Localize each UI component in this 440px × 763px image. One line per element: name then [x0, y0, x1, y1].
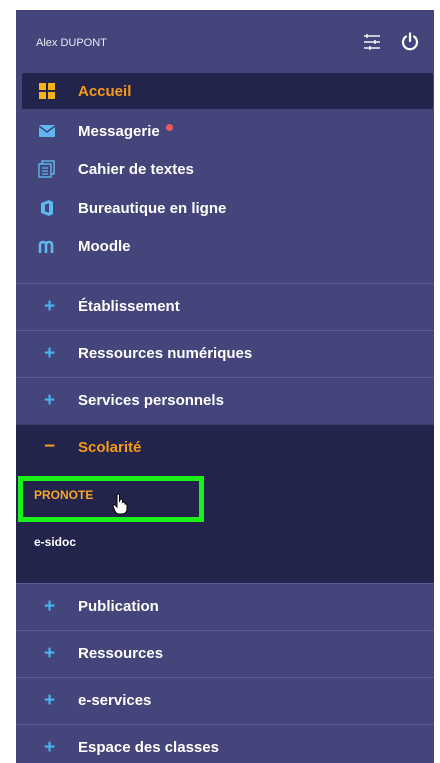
power-icon[interactable]	[400, 32, 420, 57]
notebook-icon	[38, 160, 56, 178]
expand-plus-icon: +	[44, 643, 56, 664]
section-ressources-numeriques[interactable]: + Ressources numériques	[16, 330, 434, 377]
section-label: Ressources numériques	[78, 345, 253, 362]
envelope-icon	[38, 122, 56, 140]
collapse-minus-icon: −	[44, 436, 56, 457]
nav-item-accueil[interactable]: Accueil	[22, 73, 433, 109]
side-menu-panel: Alex DUPONT Accueil Messagerie Cahier de…	[16, 10, 434, 763]
expand-plus-icon: +	[44, 296, 56, 317]
section-label: Établissement	[78, 298, 180, 315]
submenu-item-e-sidoc[interactable]: e-sidoc	[34, 535, 76, 549]
expand-plus-icon: +	[44, 690, 56, 711]
office-icon	[38, 199, 56, 217]
hand-cursor-icon	[112, 493, 128, 520]
nav-item-bureautique-en-ligne[interactable]: Bureautique en ligne	[16, 190, 434, 227]
nav-item-cahier-de-textes[interactable]: Cahier de textes	[16, 151, 434, 188]
nav-item-messagerie[interactable]: Messagerie	[16, 113, 434, 150]
menu-header: Alex DUPONT	[16, 10, 434, 70]
expand-plus-icon: +	[44, 390, 56, 411]
expand-plus-icon: +	[44, 343, 56, 364]
section-e-services[interactable]: + e-services	[16, 677, 434, 724]
section-ressources[interactable]: + Ressources	[16, 630, 434, 677]
section-publication[interactable]: + Publication	[16, 583, 434, 630]
moodle-icon	[38, 237, 56, 255]
filter-sliders-icon[interactable]	[362, 32, 382, 57]
section-etablissement[interactable]: + Établissement	[16, 283, 434, 330]
nav-item-label: Moodle	[78, 238, 131, 255]
section-label: Espace des classes	[78, 739, 219, 756]
section-label: Services personnels	[78, 392, 224, 409]
highlight-box	[18, 476, 204, 522]
nav-item-label: Cahier de textes	[78, 161, 194, 178]
user-name: Alex DUPONT	[36, 37, 107, 49]
nav-item-label: Bureautique en ligne	[78, 200, 227, 217]
grid-icon	[38, 82, 56, 100]
nav-item-moodle[interactable]: Moodle	[16, 228, 434, 265]
nav-item-label: Messagerie	[78, 123, 173, 140]
section-label: Scolarité	[78, 439, 142, 456]
section-espace-des-classes[interactable]: + Espace des classes	[16, 724, 434, 763]
section-label: Ressources	[78, 645, 164, 662]
section-services-personnels[interactable]: + Services personnels	[16, 377, 434, 424]
nav-item-label: Accueil	[78, 83, 132, 100]
expand-plus-icon: +	[44, 737, 56, 758]
section-label: Publication	[78, 598, 159, 615]
scolarite-submenu: PRONOTE e-sidoc	[16, 471, 434, 583]
expand-plus-icon: +	[44, 596, 56, 617]
section-scolarite[interactable]: − Scolarité	[16, 424, 434, 471]
section-label: e-services	[78, 692, 152, 709]
notification-badge	[165, 124, 173, 131]
